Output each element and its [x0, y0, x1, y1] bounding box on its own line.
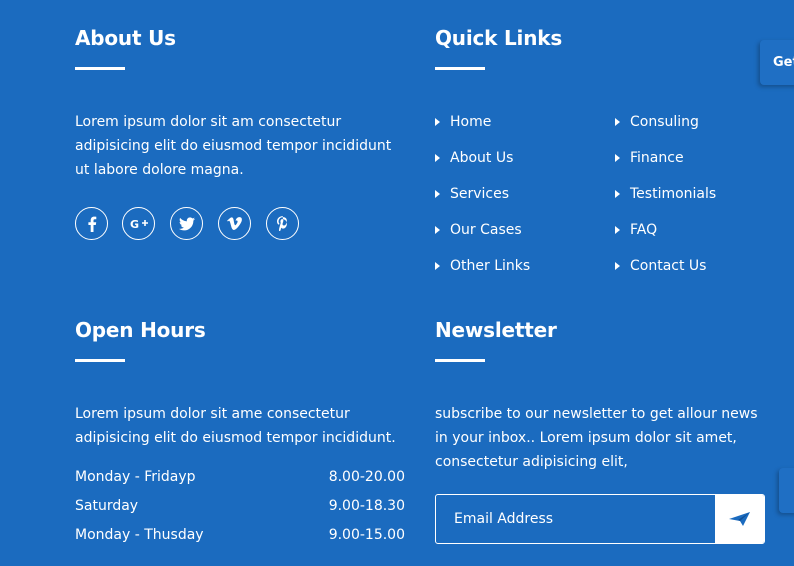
quick-link-label: Consuling: [630, 114, 699, 130]
email-input[interactable]: [436, 495, 715, 543]
quick-link-contact-us[interactable]: Contact Us: [615, 257, 706, 275]
hours-day: Monday - Thusday: [75, 527, 204, 543]
hours-time: 8.00-20.00: [328, 469, 405, 485]
newsletter-form: [435, 494, 765, 544]
facebook-icon: [87, 216, 96, 232]
side-floating-tab[interactable]: [779, 468, 794, 513]
paper-plane-icon: [728, 512, 750, 526]
caret-right-icon: [435, 118, 440, 126]
quick-link-about-us[interactable]: About Us: [435, 149, 513, 167]
subscribe-button[interactable]: [715, 495, 764, 543]
hours-day: Monday - Fridayp: [75, 469, 196, 485]
quick-link-other-links[interactable]: Other Links: [435, 257, 530, 275]
quick-link-faq[interactable]: FAQ: [615, 221, 657, 239]
quick-link-services[interactable]: Services: [435, 185, 509, 203]
quick-link-label: Home: [450, 114, 492, 130]
quick-links-title: Quick Links: [435, 26, 563, 50]
quick-link-label: Contact Us: [630, 258, 707, 274]
twitter-icon: [178, 216, 195, 230]
quick-link-finance[interactable]: Finance: [615, 149, 684, 167]
caret-right-icon: [435, 226, 440, 234]
about-title: About Us: [75, 26, 176, 50]
open-hours-text: Lorem ipsum dolor sit ame consectetur ad…: [75, 406, 396, 446]
newsletter-title-underline: [435, 359, 485, 362]
about-title-underline: [75, 67, 125, 70]
caret-right-icon: [435, 154, 440, 162]
quick-link-consuling[interactable]: Consuling: [615, 113, 699, 131]
quick-link-our-cases[interactable]: Our Cases: [435, 221, 522, 239]
quick-link-testimonials[interactable]: Testimonials: [615, 185, 716, 203]
caret-right-icon: [615, 118, 620, 126]
google-plus-link[interactable]: G: [122, 207, 155, 240]
open-hours-title: Open Hours: [75, 318, 206, 342]
quick-link-label: About Us: [450, 150, 514, 166]
svg-text:G: G: [130, 218, 139, 230]
twitter-link[interactable]: [170, 207, 203, 240]
google-plus-icon: G: [130, 218, 148, 230]
open-hours-title-underline: [75, 359, 125, 362]
quick-link-home[interactable]: Home: [435, 113, 491, 131]
hours-time: 9.00-18.30: [328, 498, 405, 514]
pinterest-link[interactable]: [266, 207, 299, 240]
quick-link-label: Other Links: [450, 258, 531, 274]
quick-link-label: Testimonials: [630, 186, 717, 202]
hours-row: Monday - Fridayp 8.00-20.00: [75, 468, 405, 486]
pinterest-icon: [277, 216, 287, 231]
newsletter-text: subscribe to our newsletter to get allou…: [435, 406, 758, 470]
quick-link-label: Services: [450, 186, 510, 202]
quick-link-label: Our Cases: [450, 222, 522, 238]
hours-time: 9.00-15.00: [328, 527, 405, 543]
hours-day: Saturday: [75, 498, 139, 514]
caret-right-icon: [615, 226, 620, 234]
caret-right-icon: [435, 262, 440, 270]
facebook-link[interactable]: [75, 207, 108, 240]
vimeo-icon: [227, 217, 242, 230]
get-started-tab[interactable]: Get: [760, 40, 794, 85]
quick-links-title-underline: [435, 67, 485, 70]
vimeo-link[interactable]: [218, 207, 251, 240]
newsletter-title: Newsletter: [435, 318, 557, 342]
caret-right-icon: [615, 190, 620, 198]
about-text: Lorem ipsum dolor sit am consectetur adi…: [75, 114, 392, 178]
quick-link-label: Finance: [630, 150, 684, 166]
caret-right-icon: [615, 262, 620, 270]
hours-row: Monday - Thusday 9.00-15.00: [75, 526, 405, 544]
caret-right-icon: [615, 154, 620, 162]
hours-row: Saturday 9.00-18.30: [75, 497, 405, 515]
quick-link-label: FAQ: [630, 222, 658, 238]
caret-right-icon: [435, 190, 440, 198]
